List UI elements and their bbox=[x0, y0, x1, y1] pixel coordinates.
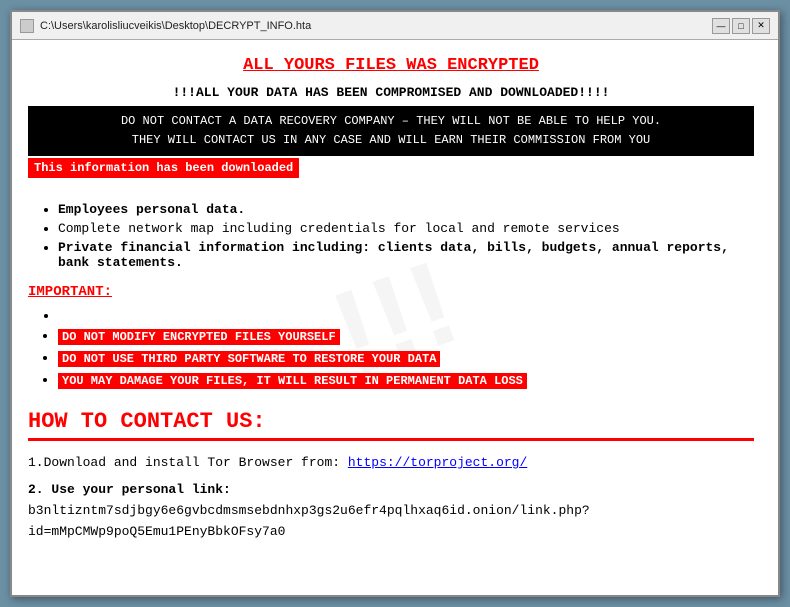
content-inner: ALL YOURS FILES WAS ENCRYPTED !!!ALL YOU… bbox=[28, 56, 754, 543]
data-list: Employees personal data. Complete networ… bbox=[58, 202, 754, 270]
main-title: ALL YOURS FILES WAS ENCRYPTED bbox=[28, 56, 754, 75]
personal-link: b3nltizntm7sdjbgy6e6gvbcdmsmsebdnhxp3gs2… bbox=[28, 503, 590, 539]
red-banner: This information has been downloaded bbox=[28, 158, 299, 178]
warning-line2: THEY WILL CONTACT US IN ANY CASE AND WIL… bbox=[132, 133, 650, 147]
list-item: Employees personal data. bbox=[58, 202, 754, 217]
content-area: !!! ALL YOURS FILES WAS ENCRYPTED !!!ALL… bbox=[12, 40, 778, 595]
empty-list-item bbox=[58, 308, 754, 323]
important-label: IMPORTANT: bbox=[28, 284, 754, 300]
step1-text: 1.Download and install Tor Browser from:… bbox=[28, 455, 754, 470]
main-window: C:\Users\karolisliucveikis\Desktop\DECRY… bbox=[10, 10, 780, 597]
warning-list-item: DO NOT MODIFY ENCRYPTED FILES YOURSELF bbox=[58, 327, 754, 345]
warning-block: DO NOT CONTACT A DATA RECOVERY COMPANY –… bbox=[28, 106, 754, 156]
exclaim-line: !!!ALL YOUR DATA HAS BEEN COMPROMISED AN… bbox=[28, 85, 754, 100]
tor-link[interactable]: https://torproject.org/ bbox=[348, 455, 527, 470]
window-title: C:\Users\karolisliucveikis\Desktop\DECRY… bbox=[40, 20, 712, 32]
list-item: Private financial information including:… bbox=[58, 240, 754, 270]
close-button[interactable]: ✕ bbox=[752, 18, 770, 34]
minimize-button[interactable]: — bbox=[712, 18, 730, 34]
maximize-button[interactable]: □ bbox=[732, 18, 750, 34]
step2-label: 2. Use your personal link: bbox=[28, 482, 231, 497]
list-item: Complete network map including credentia… bbox=[58, 221, 754, 236]
window-icon bbox=[20, 19, 34, 33]
warning-list-item: DO NOT USE THIRD PARTY SOFTWARE TO RESTO… bbox=[58, 349, 754, 367]
step2-text: 2. Use your personal link: b3nltizntm7sd… bbox=[28, 480, 754, 542]
warning-list: DO NOT MODIFY ENCRYPTED FILES YOURSELF D… bbox=[58, 308, 754, 389]
step1-prefix: 1.Download and install Tor Browser from: bbox=[28, 455, 348, 470]
window-controls: — □ ✕ bbox=[712, 18, 770, 34]
warning-line1: DO NOT CONTACT A DATA RECOVERY COMPANY –… bbox=[121, 114, 661, 128]
title-bar: C:\Users\karolisliucveikis\Desktop\DECRY… bbox=[12, 12, 778, 40]
warning-list-item: YOU MAY DAMAGE YOUR FILES, IT WILL RESUL… bbox=[58, 371, 754, 389]
how-to-title: HOW TO CONTACT US: bbox=[28, 409, 754, 441]
